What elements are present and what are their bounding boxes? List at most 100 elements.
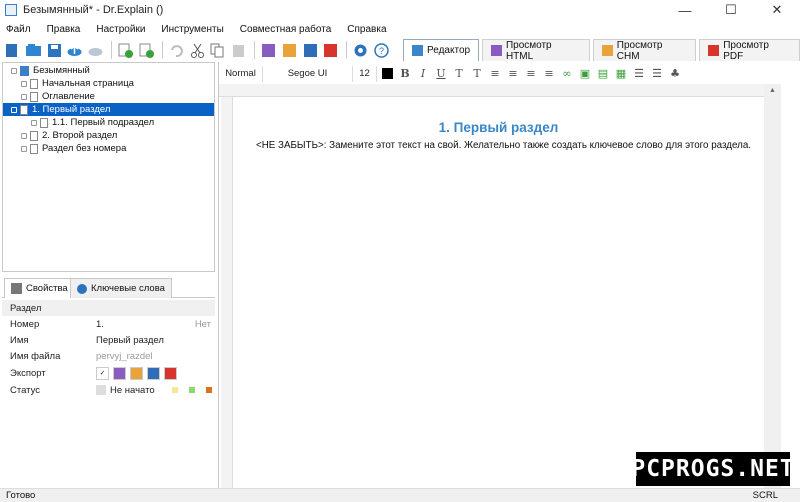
tab-chm-preview[interactable]: Просмотр CHM	[592, 39, 697, 62]
status-swatch-icon	[96, 385, 106, 395]
page-icon	[30, 78, 38, 89]
tab-keywords[interactable]: Ключевые слова	[70, 278, 172, 298]
document-heading[interactable]: 1. Первый раздел	[233, 120, 764, 135]
new-document-icon[interactable]	[3, 41, 22, 60]
filename-field[interactable]: pervyj_razdel	[96, 351, 153, 362]
export-chm-badge-icon[interactable]	[130, 366, 143, 380]
tab-label: Свойства	[26, 283, 68, 294]
close-button[interactable]: ✕	[754, 0, 800, 20]
image-icon[interactable]: ▣	[577, 66, 593, 82]
tree-item-label: Начальная страница	[42, 78, 134, 89]
tree-item-subsection-1-1[interactable]: 1.1. Первый подраздел	[3, 116, 214, 129]
bullet-list-icon[interactable]: ☰	[631, 66, 647, 82]
text-color-icon[interactable]	[379, 66, 395, 82]
collapse-icon[interactable]	[11, 106, 17, 113]
italic-icon[interactable]: I	[415, 66, 431, 82]
tree-item-label: 1.1. Первый подраздел	[52, 117, 155, 128]
status-green-icon[interactable]	[189, 387, 195, 393]
tab-editor[interactable]: Редактор	[403, 39, 480, 61]
status-yellow-icon[interactable]	[172, 387, 178, 393]
open-icon[interactable]	[24, 41, 43, 60]
export-html-icon[interactable]	[259, 41, 278, 60]
menu-file[interactable]: Файл	[6, 24, 31, 35]
menu-tools[interactable]: Инструменты	[161, 24, 223, 35]
minimize-button[interactable]: —	[662, 0, 708, 20]
export-word-badge-icon[interactable]	[147, 366, 160, 380]
pdf-icon	[708, 45, 720, 56]
visibility-icon	[21, 145, 27, 152]
tab-html-preview[interactable]: Просмотр HTML	[482, 39, 590, 62]
svg-text:?: ?	[379, 46, 384, 56]
tree-item-toc[interactable]: Оглавление	[3, 90, 214, 103]
tree-item-section-1[interactable]: 1. Первый раздел	[3, 103, 214, 116]
copy-icon[interactable]	[208, 41, 227, 60]
more-tools-icon[interactable]: ♣	[667, 66, 683, 82]
panel-splitter[interactable]	[218, 62, 219, 488]
property-tabs: Свойства Ключевые слова	[2, 278, 215, 298]
tab-properties[interactable]: Свойства	[4, 278, 75, 298]
visibility-icon	[21, 93, 27, 100]
tab-pdf-preview[interactable]: Просмотр PDF	[699, 39, 800, 62]
document-body[interactable]: <НЕ ЗАБЫТЬ>: Замените этот текст на свой…	[256, 140, 756, 151]
checkmark-icon[interactable]: ✓	[96, 366, 109, 380]
settings-gear-icon[interactable]	[351, 41, 370, 60]
numbered-list-icon[interactable]: ☰	[649, 66, 665, 82]
upload-cloud-icon[interactable]	[65, 41, 84, 60]
export-chm-icon[interactable]	[280, 41, 299, 60]
name-field[interactable]: Первый раздел	[96, 335, 164, 346]
font-select[interactable]: Segoe UI	[263, 65, 353, 82]
align-left-icon[interactable]: ≡	[487, 66, 503, 82]
cut-icon[interactable]	[188, 41, 207, 60]
justify-icon[interactable]: ≡	[541, 66, 557, 82]
chm-icon	[601, 45, 613, 56]
tree-item-unnumbered[interactable]: Раздел без номера	[3, 142, 214, 155]
link-icon[interactable]: ∞	[559, 66, 575, 82]
add-page-icon[interactable]	[116, 41, 135, 60]
menu-edit[interactable]: Правка	[47, 24, 81, 35]
underline-icon[interactable]: U	[433, 66, 449, 82]
bold-icon[interactable]: B	[397, 66, 413, 82]
scroll-up-icon[interactable]: ▲	[764, 84, 781, 97]
help-icon[interactable]: ?	[372, 41, 391, 60]
save-icon[interactable]	[45, 41, 64, 60]
subscript-icon[interactable]: T	[451, 66, 467, 82]
table-icon[interactable]: ▦	[613, 66, 629, 82]
export-options: ✓	[96, 366, 181, 380]
tree-item-section-2[interactable]: 2. Второй раздел	[3, 129, 214, 142]
undo-icon[interactable]	[167, 41, 186, 60]
menu-settings[interactable]: Настройки	[96, 24, 145, 35]
export-pdf-icon[interactable]	[322, 41, 341, 60]
book-icon	[20, 65, 29, 76]
status-orange-icon[interactable]	[206, 387, 212, 393]
editor-scrollbar[interactable]: ▲	[764, 84, 781, 488]
menu-collaboration[interactable]: Совместная работа	[240, 24, 332, 35]
tree-item-start-page[interactable]: Начальная страница	[3, 77, 214, 90]
tree-item-label: Безымянный	[33, 65, 90, 76]
cloud-icon[interactable]	[86, 41, 105, 60]
filename-row: Имя файла pervyj_razdel	[2, 348, 215, 364]
size-select[interactable]: 12	[353, 65, 377, 82]
align-center-icon[interactable]: ≡	[505, 66, 521, 82]
style-select[interactable]: Normal	[219, 65, 263, 82]
tree-item-label: 1. Первый раздел	[32, 104, 111, 115]
superscript-icon[interactable]: T	[469, 66, 485, 82]
editor-canvas[interactable]: 1. Первый раздел <НЕ ЗАБЫТЬ>: Замените э…	[233, 97, 764, 488]
watermark: PCPROGS.NET	[631, 452, 794, 486]
export-pdf-badge-icon[interactable]	[164, 366, 177, 380]
window-title: Безымянный* - Dr.Explain ()	[23, 4, 164, 16]
menu-help[interactable]: Справка	[347, 24, 386, 35]
properties-icon	[11, 283, 22, 294]
export-html-badge-icon[interactable]	[113, 366, 126, 380]
expand-icon[interactable]	[11, 67, 17, 74]
status-text: Готово	[6, 490, 36, 501]
paste-icon[interactable]	[229, 41, 248, 60]
status-field[interactable]: Не начато	[96, 385, 155, 396]
name-label: Имя	[10, 334, 29, 346]
number-field[interactable]: 1.	[96, 319, 104, 330]
export-word-icon[interactable]	[301, 41, 320, 60]
maximize-button[interactable]: ☐	[708, 0, 754, 20]
video-icon[interactable]: ▤	[595, 66, 611, 82]
add-child-page-icon[interactable]	[137, 41, 156, 60]
tree-item-root[interactable]: Безымянный	[3, 64, 214, 77]
align-right-icon[interactable]: ≡	[523, 66, 539, 82]
